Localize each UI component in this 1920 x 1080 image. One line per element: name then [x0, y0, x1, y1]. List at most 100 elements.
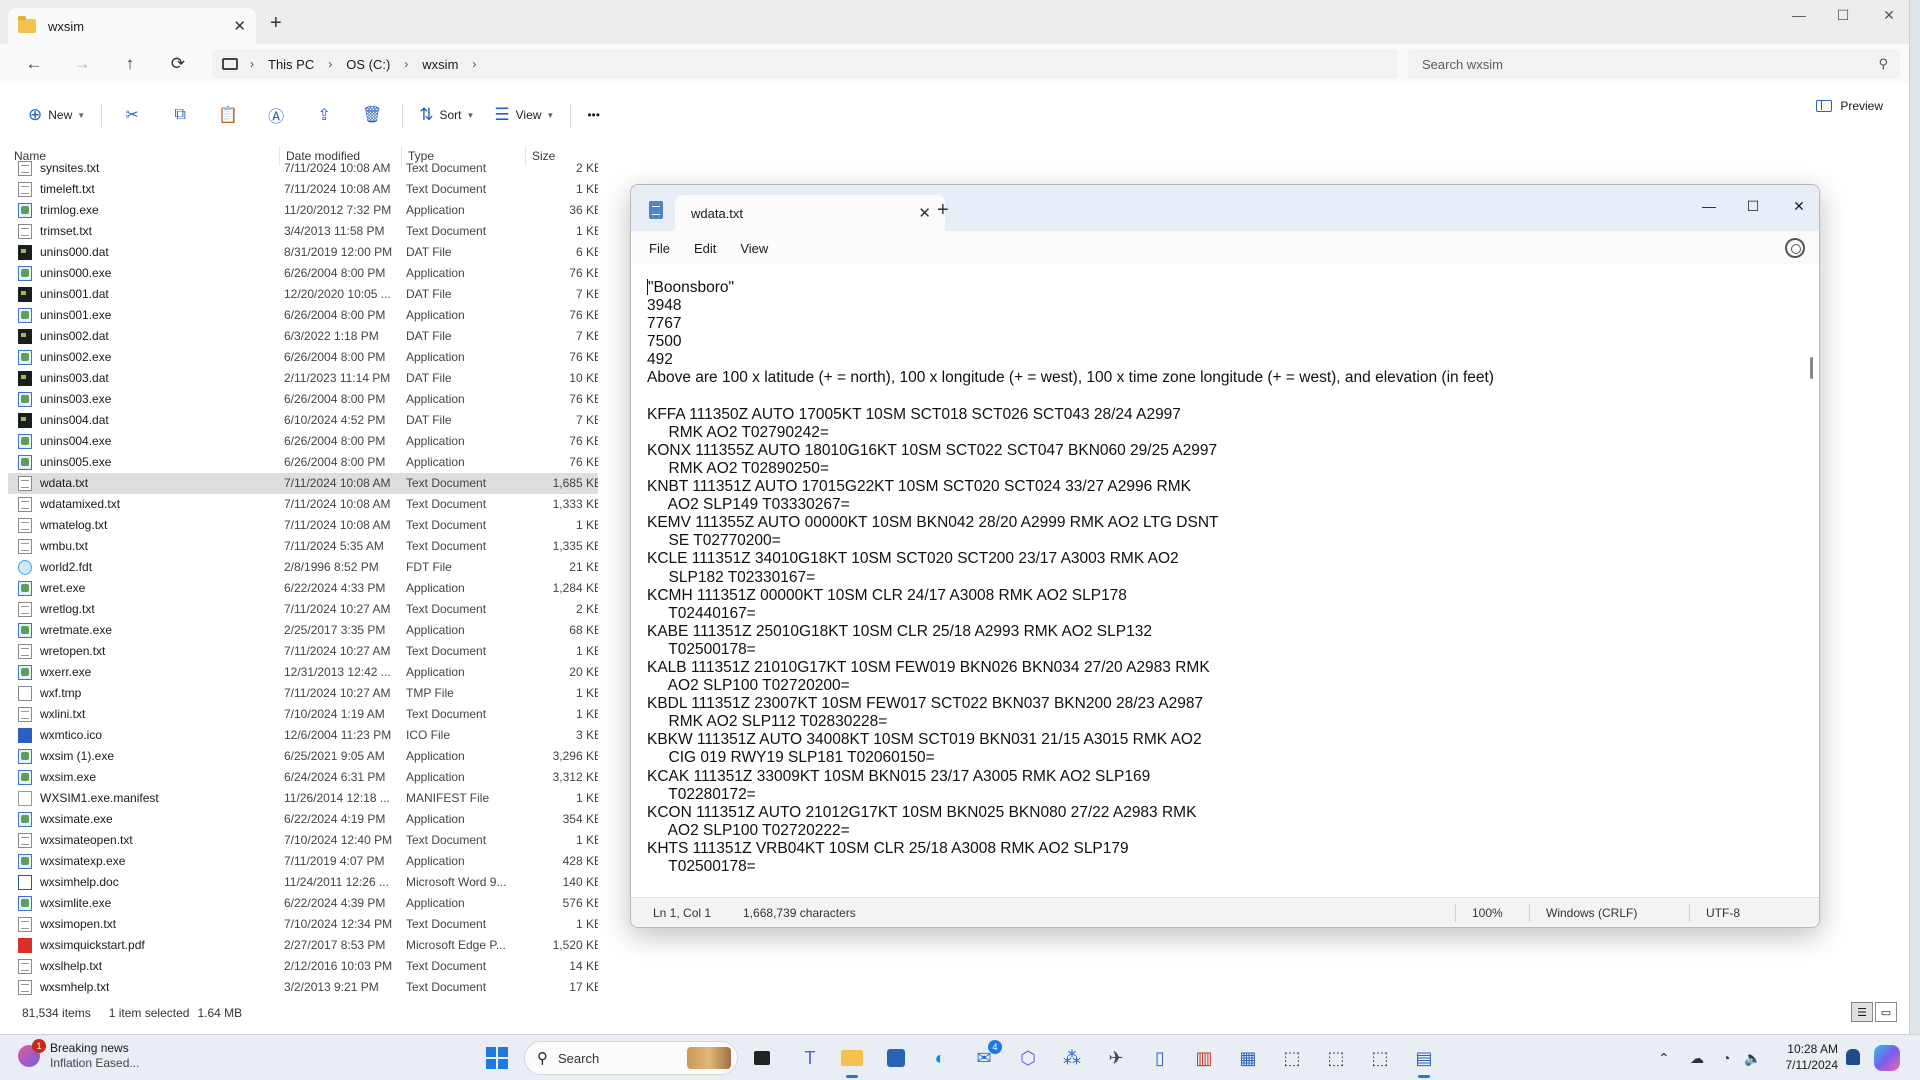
rename-icon[interactable]: Ⓐ [252, 99, 300, 131]
chart-app-icon[interactable]: ▥ [1190, 1044, 1218, 1072]
file-row[interactable]: trimset.txt 3/4/2013 11:58 PM Text Documen… [8, 221, 598, 242]
file-row[interactable]: trimlog.exe 11/20/2012 7:32 PM Application… [8, 200, 598, 221]
maximize-button[interactable]: ☐ [1820, 0, 1866, 30]
window-app-icon[interactable]: ⬚ [1278, 1044, 1306, 1072]
settings-gear-icon[interactable] [1785, 238, 1805, 258]
file-row[interactable]: wxerr.exe 12/31/2013 12:42 ... Application… [8, 662, 598, 683]
cut-icon[interactable]: ✂ [108, 99, 156, 131]
file-row[interactable]: wxlini.txt 7/10/2024 1:19 AM Text Document… [8, 704, 598, 725]
breadcrumb-wxsim[interactable]: wxsim [412, 57, 468, 72]
close-tab-icon[interactable]: ✕ [233, 17, 246, 35]
volume-icon[interactable]: 🔈 [1744, 1035, 1761, 1080]
edge-icon[interactable]: ◐ [926, 1044, 954, 1072]
file-row[interactable]: wxsimatexp.exe 7/11/2019 4:07 PM Applicati… [8, 851, 598, 872]
file-row[interactable]: wxsimateopen.txt 7/10/2024 12:40 PM Text D… [8, 830, 598, 851]
search-input[interactable] [1422, 56, 1879, 72]
view-button[interactable]: ☰ View ▼ [484, 99, 564, 131]
store-icon[interactable] [882, 1044, 910, 1072]
file-row[interactable]: wmatelog.txt 7/11/2024 10:08 AM Text Docum… [8, 515, 598, 536]
tiles-view-icon[interactable]: ▭ [1875, 1002, 1897, 1022]
file-row[interactable]: unins004.exe 6/26/2004 8:00 PM Application… [8, 431, 598, 452]
file-row[interactable]: unins000.exe 6/26/2004 8:00 PM Application… [8, 263, 598, 284]
new-tab-button[interactable]: + [270, 12, 282, 35]
back-button[interactable]: ← [16, 50, 52, 78]
app-grid-icon[interactable]: ⁂ [1058, 1044, 1086, 1072]
copy-icon[interactable]: ⧉ [156, 99, 204, 131]
file-row[interactable]: unins000.dat 8/31/2019 12:00 PM DAT File 6 … [8, 242, 598, 263]
aircraft-app-icon[interactable]: ✈ [1102, 1044, 1130, 1072]
file-row[interactable]: wxsimquickstart.pdf 2/27/2017 8:53 PM Micr… [8, 935, 598, 956]
close-tab-icon[interactable]: ✕ [918, 204, 931, 222]
file-row[interactable]: unins001.dat 12/20/2020 10:05 ... DAT File… [8, 284, 598, 305]
window-app-icon-2[interactable]: ⬚ [1322, 1044, 1350, 1072]
file-explorer-icon[interactable] [838, 1044, 866, 1078]
menu-view[interactable]: View [728, 237, 780, 260]
file-row[interactable]: wxsim.exe 6/24/2024 6:31 PM Application 3,3… [8, 767, 598, 788]
news-widget[interactable]: 1 Breaking news Inflation Eased... [18, 1039, 139, 1071]
more-options-button[interactable]: ••• [577, 99, 610, 131]
file-row[interactable]: unins005.exe 6/26/2004 8:00 PM Application… [8, 452, 598, 473]
notepad-tab-wdata[interactable]: wdata.txt ✕ [675, 195, 945, 231]
file-row[interactable]: synsites.txt 7/11/2024 10:08 AM Text Docum… [8, 158, 598, 179]
forward-button[interactable]: → [64, 50, 100, 78]
file-row[interactable]: wdatamixed.txt 7/11/2024 10:08 AM Text Doc… [8, 494, 598, 515]
file-row[interactable]: wxsimhelp.doc 11/24/2011 12:26 ... Microso… [8, 872, 598, 893]
chevron-right-icon[interactable]: › [468, 57, 480, 71]
paste-icon[interactable]: 📋 [204, 99, 252, 131]
file-row[interactable]: wretopen.txt 7/11/2024 10:27 AM Text Docum… [8, 641, 598, 662]
show-hidden-icons[interactable]: ⌃ [1658, 1035, 1670, 1080]
new-tab-button[interactable]: + [937, 199, 949, 222]
file-row[interactable]: wxsmhelp.txt 3/2/2013 9:21 PM Text Documen… [8, 977, 598, 998]
file-row[interactable]: wxf.tmp 7/11/2024 10:27 AM TMP File 1 KB [8, 683, 598, 704]
file-row[interactable]: wxsimlite.exe 6/22/2024 4:39 PM Applicatio… [8, 893, 598, 914]
file-row[interactable]: wxslhelp.txt 2/12/2016 10:03 PM Text Docum… [8, 956, 598, 977]
file-row[interactable]: unins002.exe 6/26/2004 8:00 PM Application… [8, 347, 598, 368]
up-button[interactable]: ↑ [112, 50, 148, 78]
file-row[interactable]: unins003.exe 6/26/2004 8:00 PM Application… [8, 389, 598, 410]
file-row[interactable]: wxsimopen.txt 7/10/2024 12:34 PM Text Docu… [8, 914, 598, 935]
start-button[interactable] [486, 1047, 508, 1069]
mail-icon[interactable]: ✉ 4 [970, 1040, 1002, 1072]
new-button[interactable]: ⊕ New ▼ [18, 99, 95, 131]
maximize-button[interactable]: ☐ [1731, 193, 1775, 219]
file-row[interactable]: wmbu.txt 7/11/2024 5:35 AM Text Document 1,… [8, 536, 598, 557]
onedrive-icon[interactable]: ☁ [1690, 1035, 1704, 1080]
file-row[interactable]: wxsim (1).exe 6/25/2021 9:05 AM Applicatio… [8, 746, 598, 767]
breadcrumb[interactable]: › This PC › OS (C:) › wxsim › [212, 49, 1398, 79]
delete-icon[interactable]: 🗑 [348, 99, 396, 131]
preview-button[interactable]: Preview [1816, 99, 1883, 113]
text-editor[interactable]: "Boonsboro" 3948 7767 7500 492 Above are… [631, 265, 1819, 877]
file-row[interactable]: timeleft.txt 7/11/2024 10:08 AM Text Docum… [8, 179, 598, 200]
breadcrumb-this-pc[interactable]: This PC [258, 57, 324, 72]
file-row[interactable]: unins004.dat 6/10/2024 4:52 PM DAT File 7 K… [8, 410, 598, 431]
file-row[interactable]: wdata.txt 7/11/2024 10:08 AM Text Document… [8, 473, 598, 494]
copilot-icon[interactable] [1874, 1045, 1900, 1071]
editor-content[interactable]: "Boonsboro" 3948 7767 7500 492 Above are… [647, 279, 1819, 877]
refresh-button[interactable]: ⟳ [160, 50, 196, 78]
close-button[interactable]: ✕ [1866, 0, 1912, 30]
minimize-button[interactable]: — [1687, 193, 1731, 219]
search-icon[interactable]: ⚲ [1878, 56, 1888, 72]
notes-app-icon[interactable]: ▯ [1146, 1044, 1174, 1072]
explorer-tab-wxsim[interactable]: wxsim ✕ [8, 8, 256, 44]
notepad-taskbar-icon[interactable]: ▤ [1410, 1044, 1438, 1078]
system-clock[interactable]: 10:28 AM 7/11/2024 [1768, 1041, 1839, 1073]
copilot-app-icon[interactable]: ⬡ [1014, 1044, 1042, 1072]
details-view-icon[interactable]: ☰ [1851, 1002, 1873, 1022]
window-app-icon-3[interactable]: ⬚ [1366, 1044, 1394, 1072]
minimize-button[interactable]: — [1776, 0, 1822, 30]
share-icon[interactable]: ⇪ [300, 99, 348, 131]
file-row[interactable]: wxmtico.ico 12/6/2004 11:23 PM ICO File 3 K… [8, 725, 598, 746]
file-row[interactable]: unins003.dat 2/11/2023 11:14 PM DAT File 10… [8, 368, 598, 389]
file-row[interactable]: wret.exe 6/22/2024 4:33 PM Application 1,28… [8, 578, 598, 599]
close-button[interactable]: ✕ [1777, 193, 1819, 219]
file-row[interactable]: wretmate.exe 2/25/2017 3:35 PM Application… [8, 620, 598, 641]
file-row[interactable]: unins001.exe 6/26/2004 8:00 PM Application… [8, 305, 598, 326]
file-row[interactable]: WXSIM1.exe.manifest 11/26/2014 12:18 ... M… [8, 788, 598, 809]
notifications-icon[interactable] [1846, 1049, 1860, 1065]
teams-icon[interactable]: T [796, 1044, 824, 1072]
sort-button[interactable]: ⇅ Sort ▼ [409, 99, 484, 131]
file-list[interactable]: Name Date modified Type Size synsites.tx… [8, 146, 598, 1000]
breadcrumb-os-c[interactable]: OS (C:) [336, 57, 400, 72]
menu-file[interactable]: File [637, 237, 682, 260]
